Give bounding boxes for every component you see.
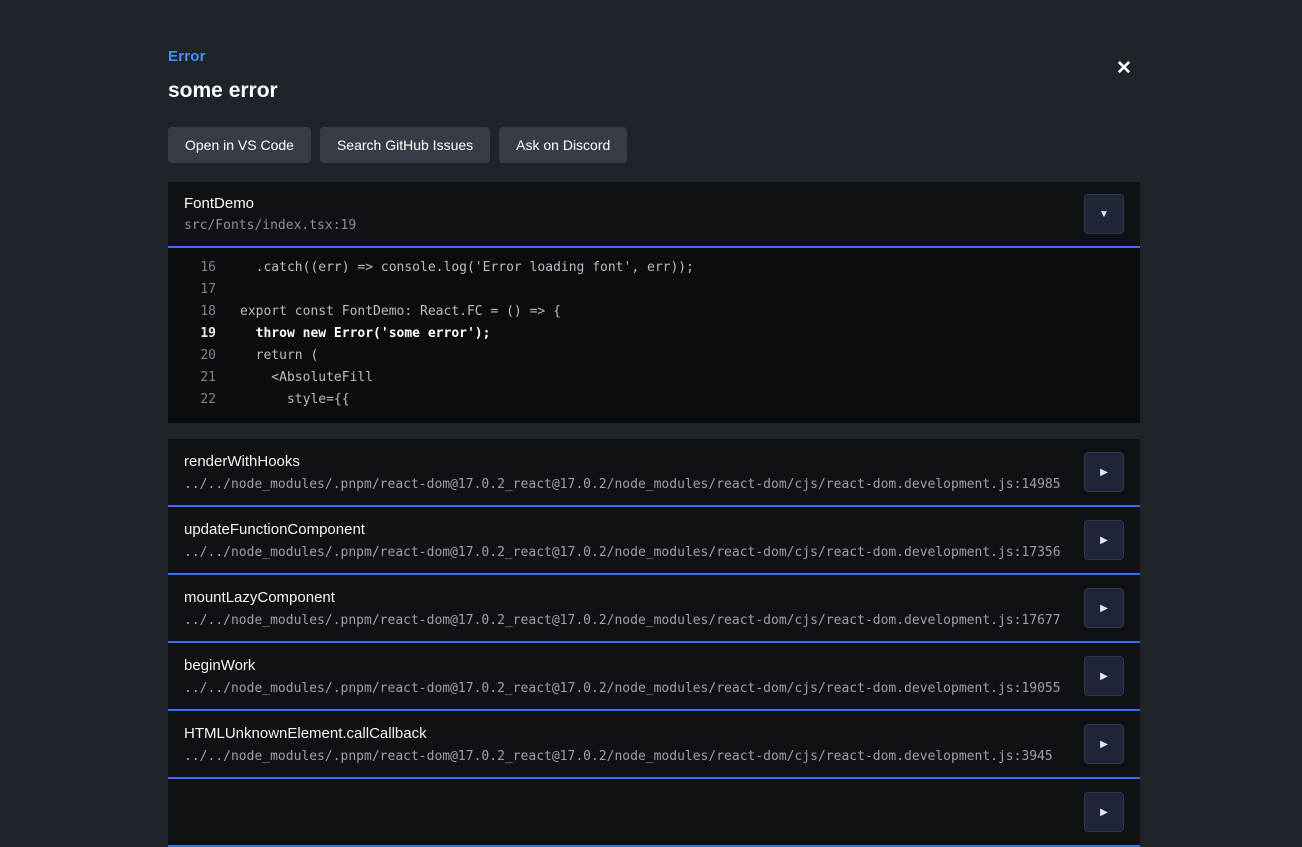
frame-info: HTMLUnknownElement.callCallback ../../nod…: [184, 725, 1053, 764]
code-line: 17: [168, 279, 1140, 301]
frame-info: mountLazyComponent ../../node_modules/.pn…: [184, 589, 1061, 628]
frame-expand-button[interactable]: ▶: [1084, 724, 1124, 764]
stack-frame-row: beginWork ../../node_modules/.pnpm/react-…: [168, 643, 1140, 711]
frame-name: HTMLUnknownElement.callCallback: [184, 725, 1053, 742]
line-text: export const FontDemo: React.FC = () => …: [240, 301, 561, 323]
stack-frame-row: renderWithHooks ../../node_modules/.pnpm/…: [168, 439, 1140, 507]
line-number: 22: [168, 389, 216, 411]
stack-panel-header: FontDemo src/Fonts/index.tsx:19 ▼: [168, 182, 1140, 248]
stack-frame-row-partial: ▶: [168, 779, 1140, 847]
code-line: 19 throw new Error('some error');: [168, 323, 1140, 345]
line-number: 21: [168, 367, 216, 389]
code-line: 22 style={{: [168, 389, 1140, 411]
frame-expand-button[interactable]: ▶: [1084, 656, 1124, 696]
line-text: <AbsoluteFill: [240, 367, 373, 389]
frame-expand-button[interactable]: ▶: [1084, 588, 1124, 628]
caret-right-icon: ▶: [1100, 807, 1108, 818]
frame-path: ../../node_modules/.pnpm/react-dom@17.0.…: [184, 477, 1061, 492]
code-line: 16 .catch((err) => console.log('Error lo…: [168, 257, 1140, 279]
frame-path: ../../node_modules/.pnpm/react-dom@17.0.…: [184, 681, 1061, 696]
code-block: 16 .catch((err) => console.log('Error lo…: [168, 248, 1140, 423]
frame-info: beginWork ../../node_modules/.pnpm/react-…: [184, 657, 1061, 696]
line-number: 20: [168, 345, 216, 367]
frame-name: renderWithHooks: [184, 453, 1061, 470]
frame-name: mountLazyComponent: [184, 589, 1061, 606]
line-number: 16: [168, 257, 216, 279]
line-number: 19: [168, 323, 216, 345]
stack-panel-title: FontDemo: [184, 195, 356, 212]
caret-right-icon: ▶: [1100, 671, 1108, 682]
code-line: 18 export const FontDemo: React.FC = () =…: [168, 301, 1140, 323]
code-line: 20 return (: [168, 345, 1140, 367]
error-kicker: Error: [168, 48, 1140, 65]
frame-path: ../../node_modules/.pnpm/react-dom@17.0.…: [184, 749, 1053, 764]
stack-frame-row: HTMLUnknownElement.callCallback ../../nod…: [168, 711, 1140, 779]
line-text: throw new Error('some error');: [240, 323, 490, 345]
frame-expand-button[interactable]: ▶: [1084, 792, 1124, 832]
caret-right-icon: ▶: [1100, 739, 1108, 750]
line-number: 18: [168, 301, 216, 323]
line-number: 17: [168, 279, 216, 301]
caret-right-icon: ▶: [1100, 535, 1108, 546]
frame-path: ../../node_modules/.pnpm/react-dom@17.0.…: [184, 545, 1061, 560]
caret-right-icon: ▶: [1100, 467, 1108, 478]
frame-name: updateFunctionComponent: [184, 521, 1061, 538]
stack-frame-row: mountLazyComponent ../../node_modules/.pn…: [168, 575, 1140, 643]
frame-expand-button[interactable]: ▶: [1084, 520, 1124, 560]
line-text: .catch((err) => console.log('Error loadi…: [240, 257, 694, 279]
stack-frame-row: updateFunctionComponent ../../node_module…: [168, 507, 1140, 575]
frame-info: renderWithHooks ../../node_modules/.pnpm/…: [184, 453, 1061, 492]
frame-name: beginWork: [184, 657, 1061, 674]
frame-expand-button[interactable]: ▶: [1084, 452, 1124, 492]
stack-panel: FontDemo src/Fonts/index.tsx:19 ▼ 16 .ca…: [168, 182, 1140, 423]
stack-panel-location: src/Fonts/index.tsx:19: [184, 218, 356, 233]
code-line: 21 <AbsoluteFill: [168, 367, 1140, 389]
action-buttons-row: Open in VS CodeSearch GitHub IssuesAsk o…: [168, 127, 1140, 163]
action-button-search-github-issues[interactable]: Search GitHub Issues: [320, 127, 490, 163]
stack-panel-header-text: FontDemo src/Fonts/index.tsx:19: [184, 195, 356, 233]
action-button-ask-on-discord[interactable]: Ask on Discord: [499, 127, 627, 163]
frame-path: ../../node_modules/.pnpm/react-dom@17.0.…: [184, 613, 1061, 628]
error-message: some error: [168, 79, 1140, 103]
line-text: style={{: [240, 389, 350, 411]
frame-info: updateFunctionComponent ../../node_module…: [184, 521, 1061, 560]
chevron-down-icon: ▼: [1099, 209, 1109, 220]
action-button-open-in-vs-code[interactable]: Open in VS Code: [168, 127, 311, 163]
error-overlay-content: Error some error Open in VS CodeSearch G…: [168, 48, 1140, 847]
caret-right-icon: ▶: [1100, 603, 1108, 614]
collapse-frame-button[interactable]: ▼: [1084, 194, 1124, 234]
stack-frames-list: renderWithHooks ../../node_modules/.pnpm/…: [168, 439, 1140, 847]
line-text: return (: [240, 345, 318, 367]
error-overlay: { "page": { "background": "#1f242b", "ac…: [0, 0, 1302, 776]
